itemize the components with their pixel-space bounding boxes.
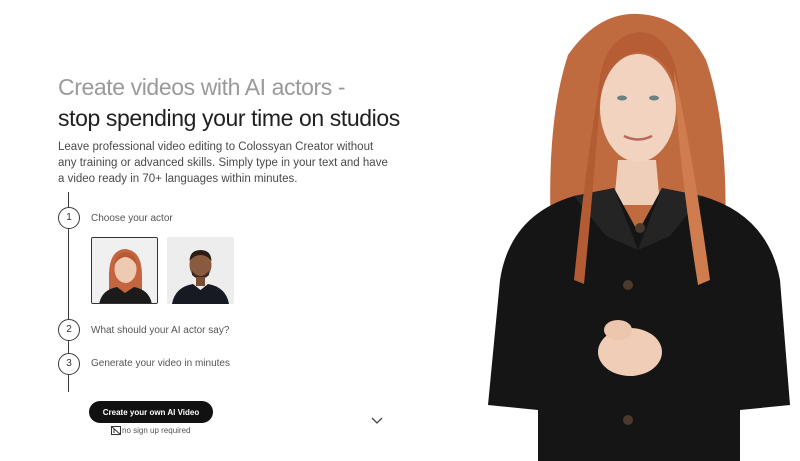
no-signup-note: no sign up required <box>111 426 191 435</box>
step-3-number: 3 <box>58 353 80 375</box>
hero-actor-image <box>488 13 790 461</box>
card-icon <box>111 426 121 435</box>
hero-title-light: Create videos with AI actors - <box>58 74 346 100</box>
female-actor-thumbnail <box>92 238 157 303</box>
male-actor-thumbnail <box>167 237 234 304</box>
actor-option-female[interactable] <box>91 237 158 304</box>
actor-option-male[interactable] <box>167 237 234 304</box>
step-3-label: Generate your video in minutes <box>91 358 230 369</box>
hero-title-dark: stop spending your time on studios <box>58 105 400 131</box>
step-2-number: 2 <box>58 319 80 341</box>
step-1-number: 1 <box>58 207 80 229</box>
chevron-down-icon[interactable] <box>370 416 384 426</box>
step-1-label: Choose your actor <box>91 213 173 224</box>
no-signup-text: no sign up required <box>122 426 191 435</box>
hero-description: Leave professional video editing to Colo… <box>58 141 388 185</box>
step-2-label: What should your AI actor say? <box>91 325 230 336</box>
create-video-button[interactable]: Create your own AI Video <box>89 401 213 423</box>
hero-title: Create videos with AI actors - stop spen… <box>58 72 400 134</box>
